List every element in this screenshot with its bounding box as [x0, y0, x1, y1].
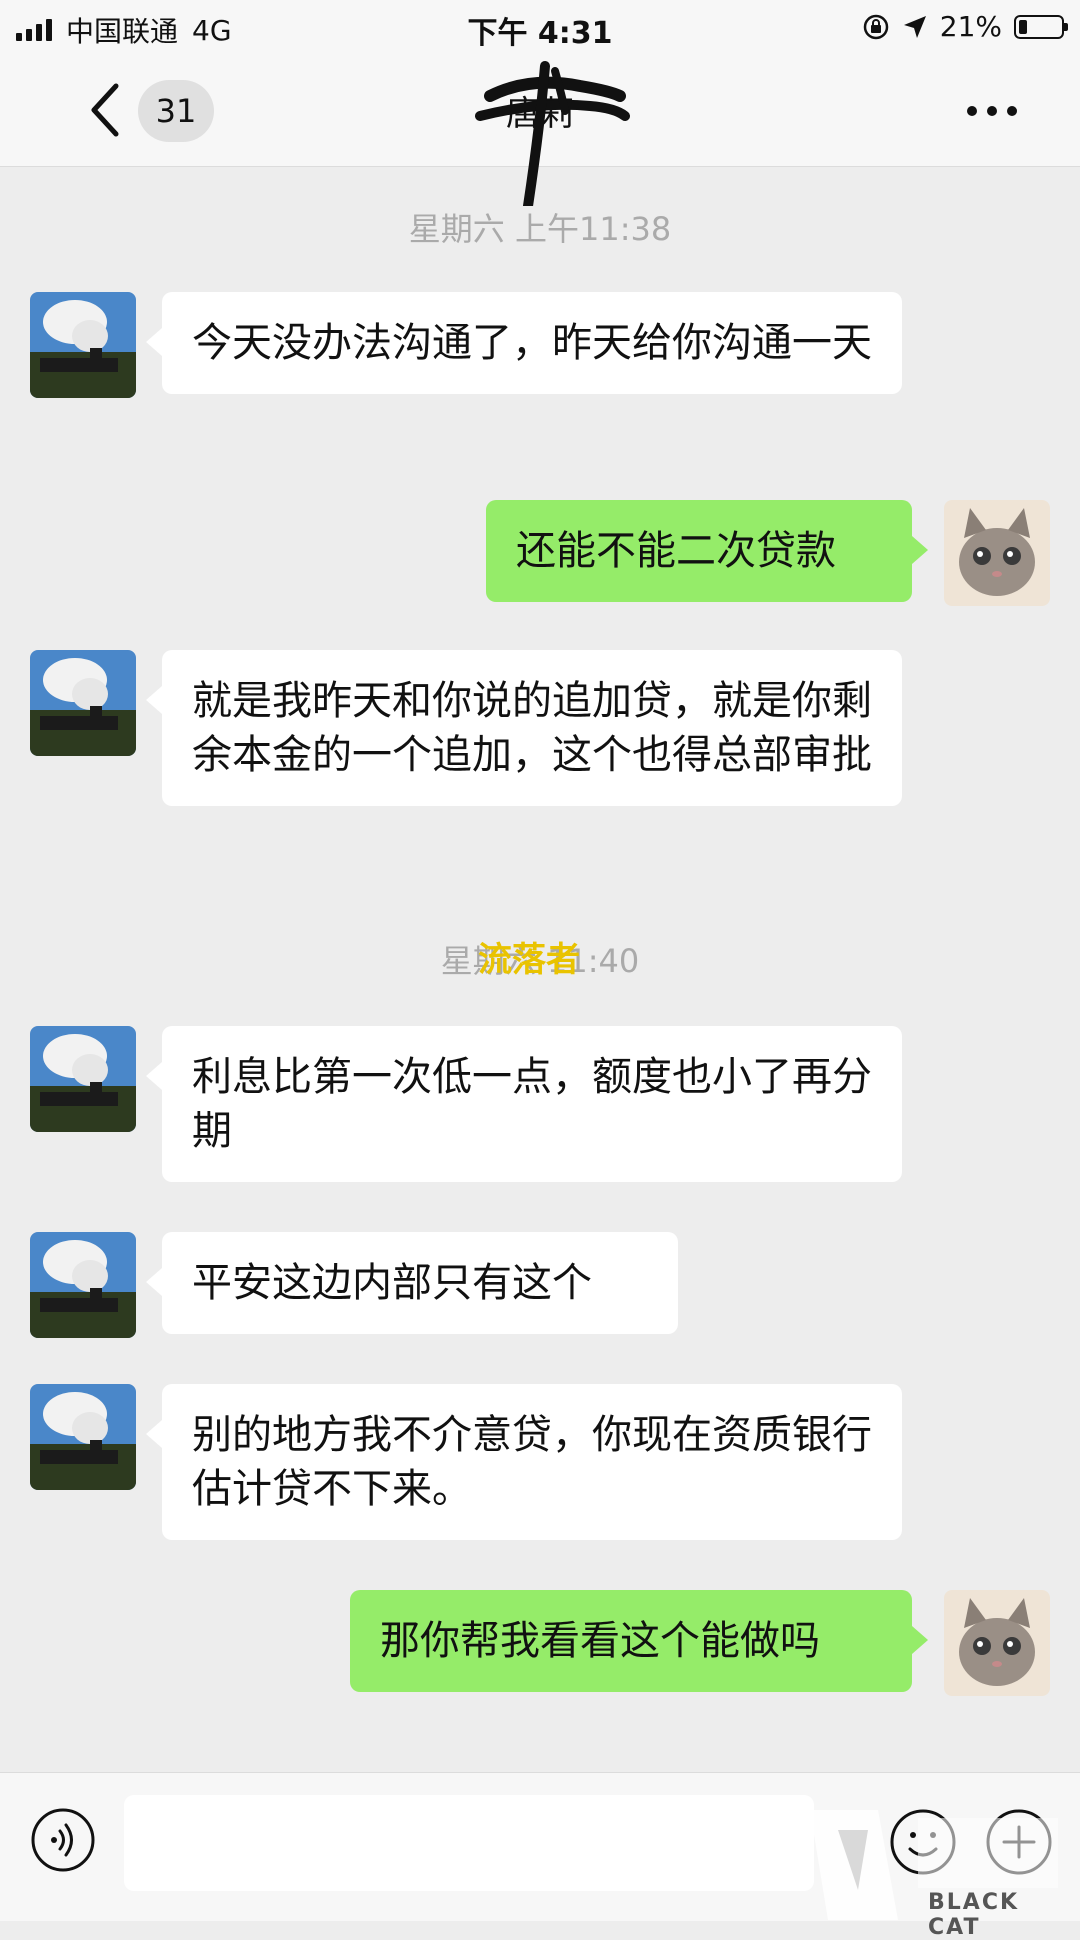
chat-header: 31 唐莉: [0, 56, 1080, 206]
voice-input-button[interactable]: [30, 1807, 96, 1873]
orientation-lock-icon: [863, 14, 889, 39]
contact-avatar[interactable]: [30, 1026, 136, 1132]
battery-icon: [1014, 14, 1068, 39]
timestamp-watermark-overlay: 流落者: [478, 940, 580, 980]
location-icon: [903, 15, 926, 38]
battery-fill: [1019, 19, 1027, 34]
incoming-message-bubble[interactable]: 别的地方我不介意贷，你现在资质银行估计贷不下来。: [146, 1384, 902, 1540]
status-bar: 中国联通 4G 下午 4:31 21%: [0, 0, 1080, 56]
contact-avatar[interactable]: [30, 650, 136, 756]
battery-percent: 21%: [939, 10, 1002, 43]
outgoing-message-bubble[interactable]: 那你帮我看看这个能做吗: [350, 1590, 928, 1692]
incoming-message-bubble[interactable]: 利息比第一次低一点，额度也小了再分期: [146, 1026, 902, 1182]
outgoing-message-bubble[interactable]: 还能不能二次贷款: [486, 500, 928, 602]
contact-avatar[interactable]: [30, 292, 136, 398]
more-options-button[interactable]: [962, 86, 1022, 136]
incoming-message-bubble[interactable]: 就是我昨天和你说的追加贷，就是你剩余本金的一个追加，这个也得总部审批: [146, 650, 902, 806]
incoming-message-bubble[interactable]: 今天没办法沟通了，昨天给你沟通一天: [146, 292, 902, 394]
message-input[interactable]: [124, 1795, 814, 1891]
status-right: 21%: [862, 10, 1068, 43]
timestamp: 星期六 上午11:38: [408, 210, 672, 248]
contact-avatar[interactable]: [30, 1232, 136, 1338]
incoming-message-bubble[interactable]: 平安这边内部只有这个: [146, 1232, 678, 1334]
watermark-label: BLACK CAT: [928, 1890, 1020, 1940]
contact-avatar[interactable]: [30, 1384, 136, 1490]
redaction-scribble: [475, 61, 630, 206]
back-button[interactable]: [80, 78, 130, 142]
my-avatar[interactable]: [944, 1590, 1050, 1696]
unread-count-badge[interactable]: 31: [138, 80, 214, 142]
my-avatar[interactable]: [944, 500, 1050, 606]
